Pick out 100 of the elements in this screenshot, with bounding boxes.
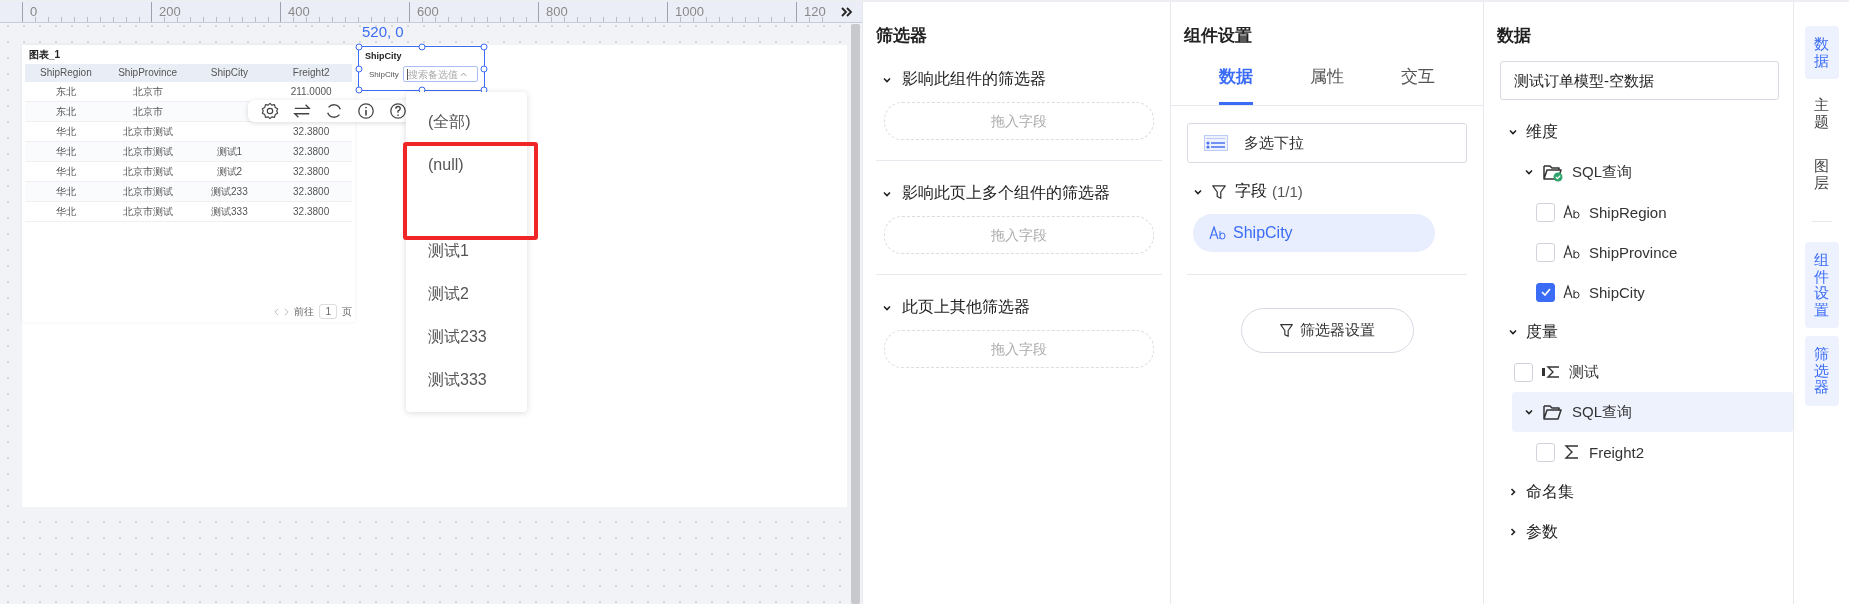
help-icon[interactable]	[389, 102, 407, 120]
refresh-icon[interactable]	[325, 102, 343, 120]
section-title[interactable]: 字段	[1235, 181, 1267, 202]
table-widget[interactable]: 图表_1 ShipRegion ShipProvince ShipCity Freight2 东北 北京市 211.0000 东北 北京市 华北 北京市测试 32.3800 华北 北京市测试 测试1 32.3800 华北 北京市测试 测试2 32.3800 华北 北京市测试 测试233 32.3800 华北 北京市测试 测试333 32.3800 前往 1 页	[22, 45, 355, 322]
field-chip[interactable]: ShipCity	[1193, 214, 1435, 252]
checkbox[interactable]	[1536, 282, 1555, 302]
table-cell: 北京市测试	[122, 145, 173, 158]
section-title[interactable]: 此页上其他筛选器	[902, 297, 1030, 318]
ruler-label: 600	[417, 4, 439, 19]
column-header: ShipCity	[210, 67, 248, 79]
table-cell: 测试2	[216, 165, 243, 178]
folder-row[interactable]: SQL查询	[1484, 152, 1793, 192]
table-cell: 32.3800	[293, 165, 330, 178]
dropdown-option[interactable]: 测试1	[428, 240, 469, 261]
tree-group-label[interactable]: 维度	[1526, 121, 1558, 143]
panel-title: 筛选器	[876, 25, 927, 47]
table-cell: 北京市	[132, 85, 163, 98]
filter-settings-button[interactable]: 筛选器设置	[1240, 308, 1414, 353]
field-label: Freight2	[1589, 443, 1645, 461]
goto-label: 前往	[294, 304, 315, 319]
resize-handle[interactable]	[480, 65, 488, 72]
resize-handle[interactable]	[418, 43, 425, 51]
table-cell: 32.3800	[293, 145, 330, 158]
table-cell: 测试333	[211, 205, 248, 218]
settings-icon[interactable]	[261, 102, 279, 120]
field-name: ShipCity	[1233, 224, 1293, 242]
column-header: ShipProvince	[118, 67, 178, 79]
table-cell: 测试233	[211, 185, 248, 198]
text-type-icon	[1563, 285, 1581, 299]
chevron-down-icon[interactable]	[1524, 167, 1534, 177]
dropdown-option[interactable]: (null)	[428, 154, 464, 175]
funnel-icon	[1211, 183, 1227, 200]
chevron-right-icon[interactable]	[1508, 487, 1518, 497]
resize-handle[interactable]	[355, 43, 363, 51]
resize-handle[interactable]	[355, 65, 363, 72]
component-type-select[interactable]: 多选下拉	[1187, 123, 1467, 163]
dropdown-option[interactable]: (全部)	[428, 111, 471, 132]
tree-group-label[interactable]: 度量	[1526, 321, 1558, 343]
checkmark-icon	[1539, 286, 1552, 298]
side-tab[interactable]: 主题	[1804, 87, 1839, 140]
table-cell: 32.3800	[293, 185, 330, 198]
filter-widget[interactable]: ShipCity ShipCity 搜索备选值	[358, 46, 485, 91]
panel-title: 数据	[1497, 25, 1531, 47]
text-type-icon	[1209, 226, 1227, 240]
table-cell: 东北	[55, 105, 76, 118]
table-cell: 东北	[55, 85, 76, 98]
table-cell: 32.3800	[293, 205, 330, 218]
model-select-field[interactable]: 测试订单模型-空数据	[1500, 61, 1779, 100]
section-title[interactable]: 影响此组件的筛选器	[902, 69, 1046, 90]
folder-row[interactable]: SQL查询	[1512, 392, 1793, 432]
tree-group-label[interactable]: 参数	[1526, 521, 1558, 543]
tree-group-label[interactable]: 命名集	[1526, 481, 1574, 503]
ruler-label: 400	[288, 4, 310, 19]
table-cell: 211.0000	[290, 85, 332, 98]
table-cell: 北京市测试	[122, 185, 173, 198]
filter-label: ShipCity	[369, 69, 399, 79]
side-tab[interactable]: 数据	[1804, 26, 1839, 79]
table-cell: 32.3800	[293, 125, 330, 138]
swap-arrows-icon[interactable]	[293, 102, 311, 120]
side-tab[interactable]: 筛选器	[1804, 336, 1839, 406]
ruler-label: 200	[159, 4, 181, 19]
side-tab[interactable]: 组件设置	[1804, 242, 1839, 328]
dropdown-option[interactable]: 测试333	[428, 369, 487, 390]
panel-title: 组件设置	[1184, 25, 1252, 47]
scrollbar[interactable]	[851, 24, 860, 604]
side-tab[interactable]: 图层	[1804, 148, 1839, 201]
field-label: ShipRegion	[1589, 203, 1667, 221]
search-select-field[interactable]: 搜索备选值	[402, 66, 478, 82]
text-type-icon	[1563, 245, 1581, 259]
dropdown-option[interactable]: 测试2	[428, 283, 469, 304]
table-cell: 北京市测试	[122, 125, 173, 138]
tab[interactable]: 数据	[1219, 65, 1254, 105]
table-cell: 北京市	[132, 105, 163, 118]
table-cell: 华北	[55, 205, 76, 218]
component-type-label: 多选下拉	[1244, 133, 1304, 153]
chevron-down-icon[interactable]	[1508, 327, 1518, 337]
chevron-down-icon[interactable]	[1524, 407, 1534, 417]
field-label: 测试	[1569, 362, 1599, 382]
tab[interactable]: 交互	[1400, 65, 1435, 105]
list-select-icon	[1204, 135, 1228, 151]
section-title[interactable]: 影响此页上多个组件的筛选器	[902, 183, 1110, 204]
table-cell: 华北	[55, 125, 76, 138]
double-chevron-icon[interactable]	[840, 6, 854, 18]
chevron-down-icon[interactable]	[1508, 127, 1518, 137]
table-cell: 华北	[55, 185, 76, 198]
resize-handle[interactable]	[480, 43, 488, 51]
table-cell: 北京市测试	[122, 205, 173, 218]
column-header: Freight2	[292, 67, 330, 79]
table-cell: 测试1	[216, 145, 243, 158]
table-cell: 华北	[55, 165, 76, 178]
resize-handle[interactable]	[355, 86, 363, 94]
page-input[interactable]: 1	[319, 304, 337, 319]
tab[interactable]: 属性	[1310, 65, 1344, 105]
dropdown-option[interactable]: 测试233	[428, 326, 487, 347]
ruler-label: 0	[30, 4, 38, 19]
field-count: (1/1)	[1272, 183, 1303, 200]
funnel-icon	[1279, 323, 1294, 338]
sum-icon	[1563, 445, 1581, 459]
chevron-right-icon[interactable]	[1508, 527, 1518, 537]
info-icon[interactable]	[357, 102, 375, 120]
